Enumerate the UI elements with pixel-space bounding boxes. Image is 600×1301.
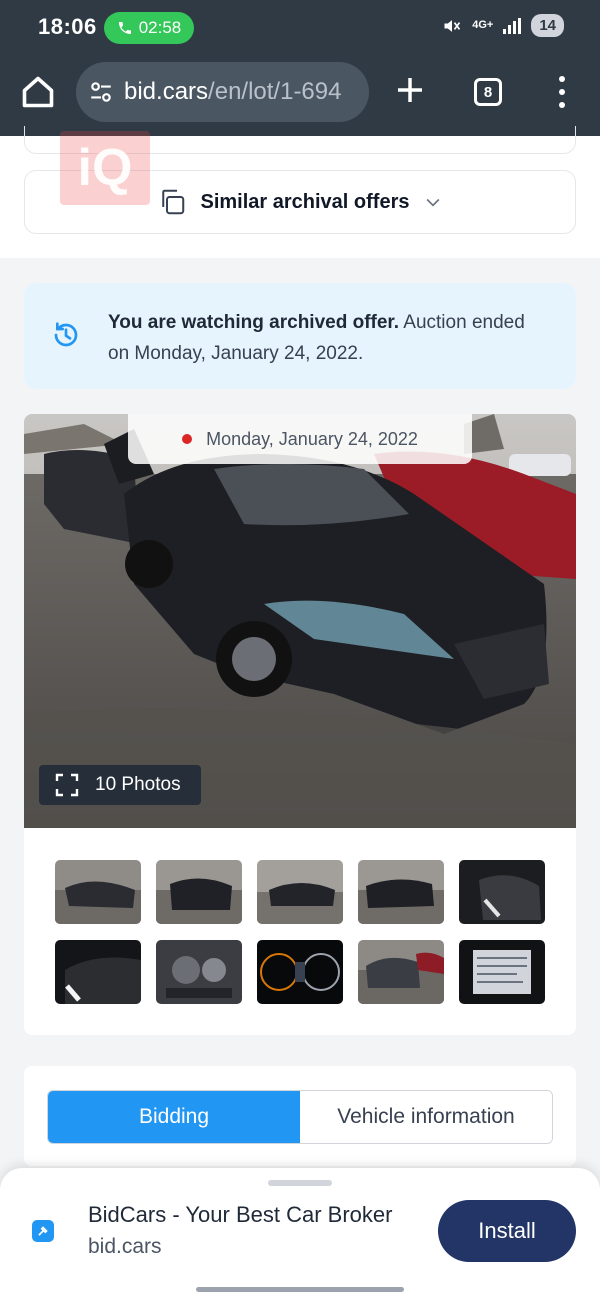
gesture-navigation-bar[interactable]	[196, 1287, 404, 1292]
install-button[interactable]: Install	[438, 1200, 576, 1262]
thumbnail-photo[interactable]	[257, 860, 343, 924]
archived-notice-text: You are watching archived offer. Auction…	[108, 307, 548, 369]
url-path: /en/lot/1-694	[208, 78, 342, 105]
thumbnail-photo[interactable]	[156, 860, 242, 924]
status-bar: 18:06 02:58 4G+ 14	[0, 0, 600, 56]
status-time: 18:06	[38, 14, 97, 39]
install-app-domain: bid.cars	[88, 1235, 162, 1258]
live-dot	[182, 434, 193, 444]
lot-tabs: Bidding Vehicle information	[47, 1090, 553, 1144]
tab-bidding[interactable]: Bidding	[48, 1091, 300, 1143]
thumbnail-grid	[55, 860, 547, 1004]
home-icon[interactable]	[20, 74, 56, 110]
copy-icon	[161, 189, 184, 215]
thumbnail-photo[interactable]	[55, 940, 141, 1004]
photos-count-label: 10 Photos	[95, 774, 181, 795]
ongoing-call-pill[interactable]: 02:58	[104, 12, 194, 44]
url-row: bid.cars/en/lot/1-694 8	[0, 62, 600, 124]
browser-chrome: 18:06 02:58 4G+ 14 bid.cars/en/lot/1-694…	[0, 0, 600, 136]
photo-gallery-card: Monday, January 24, 2022 10 Photos	[24, 414, 576, 1035]
url-bar[interactable]: bid.cars/en/lot/1-694	[76, 62, 369, 122]
tab-vehicle-information[interactable]: Vehicle information	[300, 1091, 552, 1143]
site-settings-icon[interactable]	[88, 79, 114, 105]
battery-indicator: 14	[531, 14, 564, 37]
url-text: bid.cars/en/lot/1-694	[124, 78, 341, 106]
lot-tabs-card: Bidding Vehicle information	[24, 1066, 576, 1166]
similar-offers-label: Similar archival offers	[200, 190, 410, 213]
thumbnail-photo[interactable]	[459, 860, 545, 924]
url-domain: bid.cars	[124, 78, 209, 105]
tab-switcher-button[interactable]: 8	[474, 78, 502, 106]
archived-offer-notice: You are watching archived offer. Auction…	[24, 283, 576, 389]
archived-notice-bold: You are watching archived offer.	[108, 312, 400, 333]
mute-icon	[444, 19, 461, 32]
gavel-icon	[38, 1226, 48, 1236]
call-duration: 02:58	[138, 18, 182, 37]
auction-date-pill: Monday, January 24, 2022	[128, 414, 472, 464]
history-icon	[54, 322, 78, 347]
install-app-sheet: BidCars - Your Best Car Broker bid.cars …	[0, 1168, 600, 1301]
status-icons: 4G+ 14	[442, 14, 564, 37]
network-type-label: 4G+	[472, 19, 494, 31]
thumbnail-photo[interactable]	[257, 940, 343, 1004]
thumbnail-photo[interactable]	[156, 940, 242, 1004]
thumbnail-photo[interactable]	[358, 940, 444, 1004]
fullscreen-photos-button[interactable]: 10 Photos	[39, 765, 201, 805]
signal-icon	[503, 17, 522, 34]
install-app-title: BidCars - Your Best Car Broker	[88, 1202, 393, 1227]
fullscreen-icon	[55, 773, 79, 797]
thumbnail-photo[interactable]	[55, 860, 141, 924]
chevron-down-icon	[427, 198, 440, 207]
iq-watermark-logo: iQ	[60, 131, 150, 205]
sheet-drag-handle[interactable]	[268, 1180, 332, 1186]
more-vert-icon[interactable]	[554, 76, 570, 108]
plus-icon[interactable]	[394, 74, 426, 106]
auction-date: Monday, January 24, 2022	[206, 428, 418, 449]
bidcars-app-icon	[32, 1220, 54, 1242]
main-content: You are watching archived offer. Auction…	[0, 258, 600, 1166]
thumbnail-photo[interactable]	[358, 860, 444, 924]
phone-icon	[118, 22, 131, 34]
thumbnail-photo[interactable]	[459, 940, 545, 1004]
